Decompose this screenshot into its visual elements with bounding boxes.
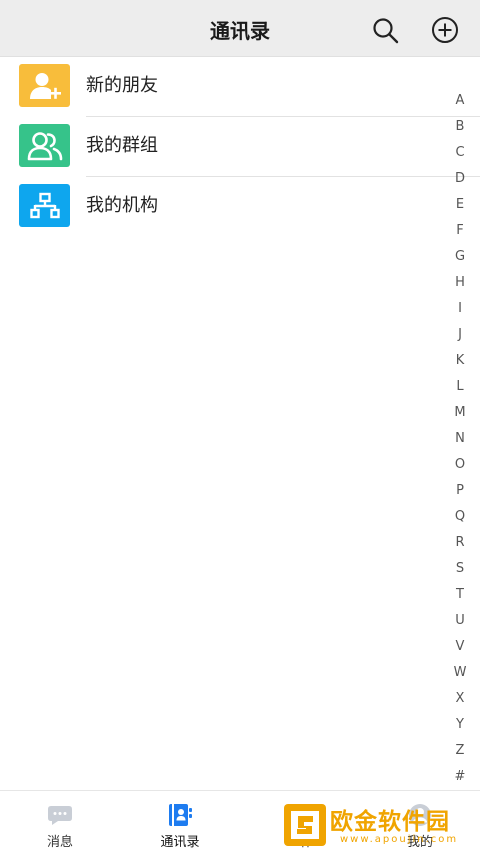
index-letter[interactable]: B	[446, 114, 474, 140]
header: 通讯录	[0, 0, 480, 57]
index-letter[interactable]: Y	[446, 712, 474, 738]
list-item-label: 我的群组	[86, 135, 158, 156]
index-letter[interactable]: V	[446, 634, 474, 660]
index-letter[interactable]: J	[446, 322, 474, 348]
index-letter[interactable]: A	[446, 88, 474, 114]
index-letter[interactable]: Q	[446, 504, 474, 530]
tab-label: 通讯录	[160, 835, 200, 850]
alphabet-index-bar[interactable]: A B C D E F G H I J K L M N O P Q R S T …	[446, 88, 474, 790]
organization-icon	[19, 184, 70, 227]
contacts-book-icon	[169, 804, 192, 826]
tab-messages[interactable]: 消息	[0, 791, 120, 853]
index-letter[interactable]: W	[446, 660, 474, 686]
index-letter[interactable]: D	[446, 166, 474, 192]
chat-bubble-icon	[48, 806, 72, 825]
index-letter[interactable]: S	[446, 556, 474, 582]
index-letter[interactable]: K	[446, 348, 474, 374]
index-letter[interactable]: F	[446, 218, 474, 244]
index-letter[interactable]: E	[446, 192, 474, 218]
index-letter[interactable]: X	[446, 686, 474, 712]
group-icon	[19, 124, 70, 167]
list-item-my-organization[interactable]: 我的机构	[0, 177, 480, 237]
add-user-icon	[19, 64, 70, 107]
index-letter[interactable]: M	[446, 400, 474, 426]
watermark-logo-icon	[284, 804, 326, 846]
index-letter[interactable]: O	[446, 452, 474, 478]
index-letter[interactable]: P	[446, 478, 474, 504]
tab-label: 消息	[46, 835, 73, 850]
index-letter[interactable]: I	[446, 296, 474, 322]
list-item-my-groups[interactable]: 我的群组	[0, 117, 480, 177]
watermark-text: 欧金软件园	[330, 809, 450, 835]
page-title: 通讯录	[210, 19, 270, 43]
search-icon[interactable]	[371, 16, 399, 44]
index-letter[interactable]: H	[446, 270, 474, 296]
index-letter[interactable]: Z	[446, 738, 474, 764]
watermark-url: www.apoujin.com	[340, 834, 459, 845]
index-letter[interactable]: N	[446, 426, 474, 452]
index-letter[interactable]: #	[446, 764, 474, 790]
index-letter[interactable]: G	[446, 244, 474, 270]
index-letter[interactable]: U	[446, 608, 474, 634]
tab-contacts[interactable]: 通讯录	[120, 791, 240, 853]
index-letter[interactable]: R	[446, 530, 474, 556]
plus-circle-icon[interactable]	[431, 16, 459, 44]
index-letter[interactable]: L	[446, 374, 474, 400]
index-letter[interactable]: C	[446, 140, 474, 166]
index-letter[interactable]: T	[446, 582, 474, 608]
list-item-label: 新的朋友	[86, 75, 158, 96]
watermark-logo: 欧金软件园 www.apoujin.com	[280, 796, 472, 853]
list-item-new-friends[interactable]: 新的朋友	[0, 57, 480, 117]
list-item-label: 我的机构	[86, 195, 158, 216]
